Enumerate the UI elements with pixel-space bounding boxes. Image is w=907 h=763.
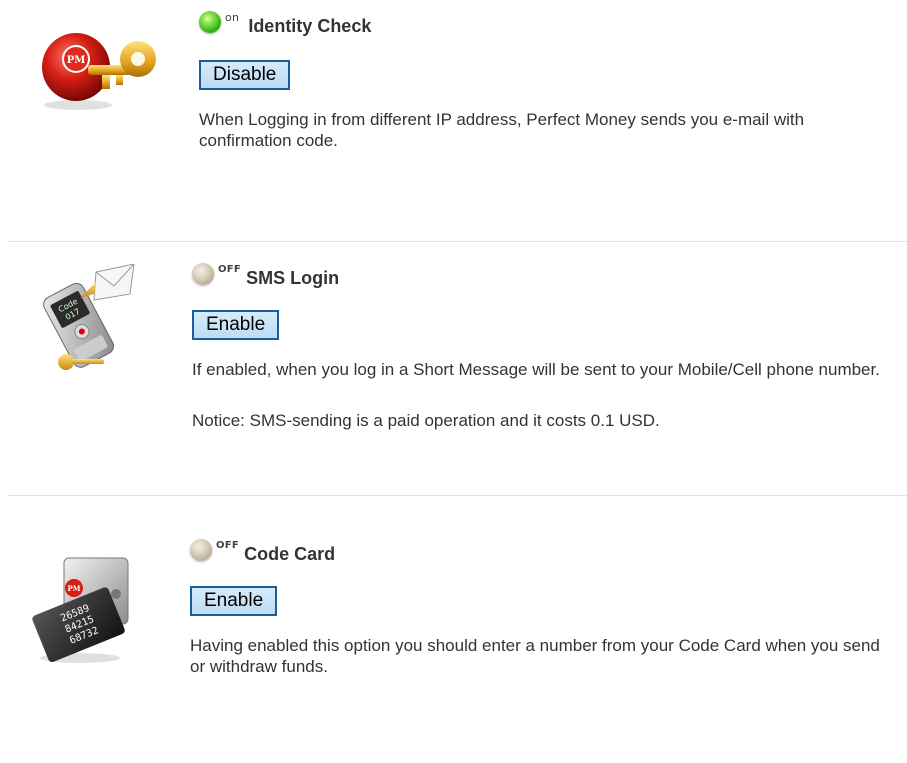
enable-code-card-button[interactable]: Enable: [190, 586, 278, 616]
status-label: on: [225, 11, 240, 24]
status-row: OFF Code Card: [190, 538, 887, 564]
section-title: SMS Login: [246, 268, 340, 288]
enable-sms-login-button[interactable]: Enable: [192, 310, 280, 340]
section-title: Code Card: [244, 544, 336, 564]
section-notice: Notice: SMS-sending is a paid operation …: [192, 411, 660, 430]
status-off-indicator-icon: [190, 539, 212, 561]
section-description: If enabled, when you log in a Short Mess…: [192, 360, 880, 379]
code-card-section: PM 26589 84215 68732 OFF Code Card Enabl…: [0, 496, 907, 763]
sms-phone-icon: Code 017: [34, 263, 138, 374]
code-card-content: OFF Code Card Enable Having enabled this…: [190, 538, 887, 677]
status-label: OFF: [216, 540, 240, 551]
identity-check-content: on Identity Check Disable When Logging i…: [199, 10, 887, 151]
status-row: OFF SMS Login: [192, 262, 887, 288]
status-on-indicator-icon: [199, 11, 221, 33]
section-description: When Logging in from different IP addres…: [199, 110, 805, 150]
status-off-indicator-icon: [192, 263, 214, 285]
code-card-icon: PM 26589 84215 68732: [28, 554, 138, 666]
pm-key-icon: PM: [30, 25, 160, 115]
pm-badge-text: PM: [67, 55, 86, 66]
pm-badge-text: PM: [67, 584, 80, 593]
section-title: Identity Check: [248, 16, 372, 36]
section-description: Having enabled this option you should en…: [190, 636, 880, 676]
status-label: OFF: [218, 264, 242, 275]
identity-check-section: PM on Identity Check Disable When Loggin…: [0, 0, 907, 241]
sms-login-section: Code 017 OFF SMS Login Enable If enabled…: [0, 242, 907, 495]
sms-login-content: OFF SMS Login Enable If enabled, when yo…: [192, 262, 887, 431]
status-row: on Identity Check: [199, 10, 887, 36]
disable-identity-check-button[interactable]: Disable: [199, 60, 291, 90]
